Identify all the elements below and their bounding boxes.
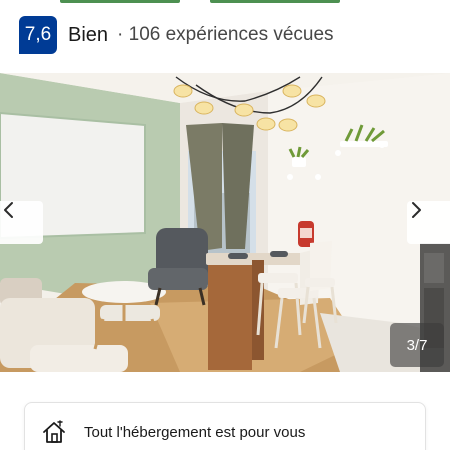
photo-gallery[interactable]: 3/7 xyxy=(0,73,450,372)
reviews-count-link[interactable]: · 106 expériences vécues xyxy=(117,24,334,46)
feature-card-entire-place: Tout l'hébergement est pour vous xyxy=(24,402,426,450)
feature-text: Tout l'hébergement est pour vous xyxy=(84,424,306,441)
house-icon xyxy=(43,420,65,443)
gallery-prev-button[interactable] xyxy=(0,201,43,244)
chevron-left-icon xyxy=(4,202,13,218)
rating-row: 7,6 Bien · 106 expériences vécues xyxy=(19,16,334,54)
rating-label: Bien xyxy=(68,23,109,46)
gallery-next-button[interactable] xyxy=(407,201,450,244)
room-photo xyxy=(0,73,450,372)
chevron-right-icon xyxy=(412,202,421,218)
rating-score-badge: 7,6 xyxy=(19,16,57,54)
top-strip-remnant xyxy=(60,0,360,4)
photo-counter: 3/7 xyxy=(390,323,444,367)
